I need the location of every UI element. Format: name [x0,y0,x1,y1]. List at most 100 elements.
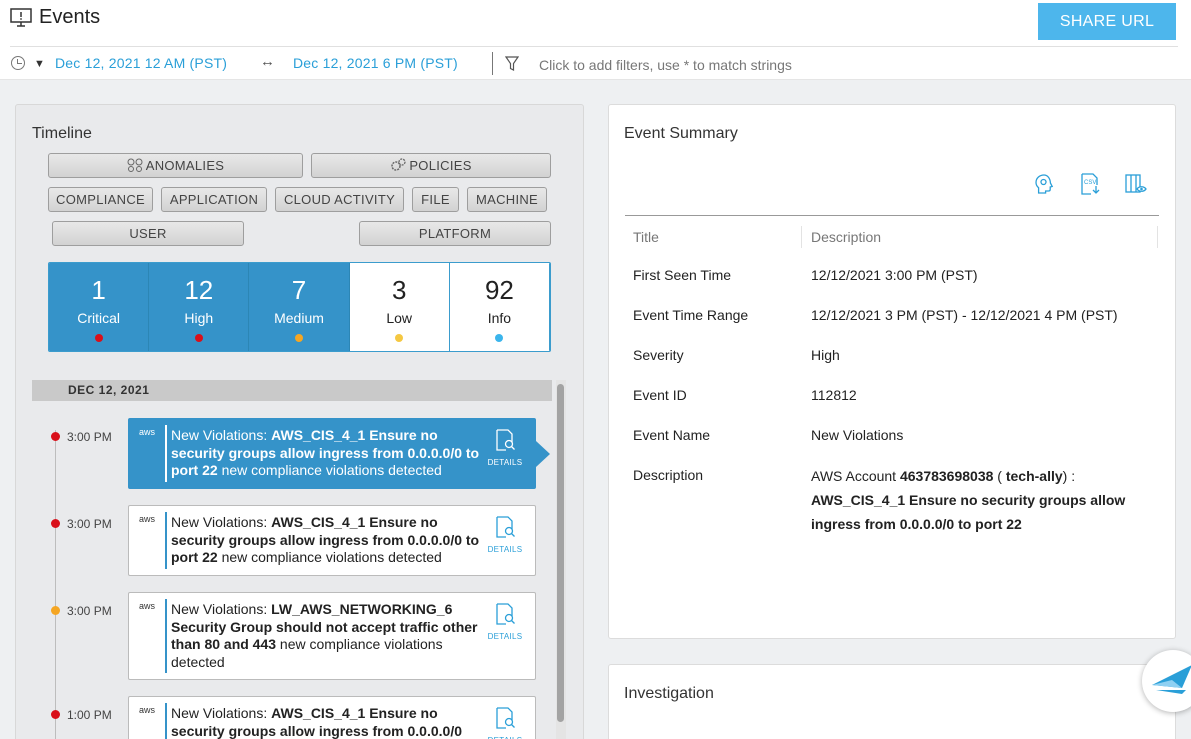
details-label: DETAILS [487,545,523,554]
event-card[interactable]: aws New Violations: LW_AWS_NETWORKING_6 … [128,592,536,680]
severity-label: Critical [77,310,120,326]
severity-info[interactable]: 92 Info [449,263,550,351]
details-button[interactable]: DETAILS [487,516,523,554]
severity-count: 3 [391,275,407,305]
row-value: New Violations [811,427,904,443]
filter-cloud-activity-button[interactable]: CLOUD ACTIVITY [275,187,404,212]
severity-label: High [184,310,214,326]
event-text: New Violations: AWS_CIS_4_1 Ensure no se… [171,705,487,739]
filter-platform-button[interactable]: PLATFORM [359,221,551,246]
filter-compliance-button[interactable]: COMPLIANCE [48,187,153,212]
severity-critical[interactable]: 1 Critical [49,263,150,351]
event-card[interactable]: aws New Violations: AWS_CIS_4_1 Ensure n… [128,418,536,489]
event-time: 1:00 PM [67,708,112,722]
page-title: Events [39,6,101,28]
details-button[interactable]: DETAILS [487,603,523,641]
event-card[interactable]: aws New Violations: AWS_CIS_4_1 Ensure n… [128,505,536,576]
date-range-start[interactable]: Dec 12, 2021 12 AM (PST) [55,55,227,71]
card-accent [165,703,167,739]
aws-logo-icon: aws [139,705,156,715]
column-title: Title [633,229,659,245]
filter-input[interactable]: Click to add filters, use * to match str… [539,57,792,73]
timeline-date-header: DEC 12, 2021 [32,380,552,401]
severity-label: Medium [274,310,324,326]
document-search-icon [496,707,515,729]
event-time: 3:00 PM [67,517,112,531]
severity-dot [395,334,404,342]
page-header: Events SHARE URL [0,0,1191,45]
event-prefix: New Violations: [171,705,272,721]
aws-logo-icon: aws [139,427,156,437]
severity-dot [495,334,504,342]
row-value: 112812 [811,387,857,403]
policy-name: AWS_CIS_4_1 Ensure no security groups al… [811,492,1126,532]
details-button[interactable]: DETAILS [487,707,523,739]
severity-low[interactable]: 3 Low [349,263,450,351]
summary-table-header [625,220,1159,256]
severity-count: 7 [291,275,307,305]
csv-download-icon[interactable]: CSV [1078,172,1102,196]
event-card[interactable]: aws New Violations: AWS_CIS_4_1 Ensure n… [128,696,536,739]
filter-file-button[interactable]: FILE [412,187,459,212]
severity-count: 12 [184,275,214,305]
details-button[interactable]: DETAILS [487,429,523,467]
desc-text: ( [993,468,1006,484]
columns-view-icon[interactable] [1124,172,1148,196]
filter-anomalies-button[interactable]: ANOMALIES [48,153,303,178]
share-url-button[interactable]: SHARE URL [1038,3,1176,40]
event-suffix: new compliance violations detected [217,549,442,565]
severity-dot [51,710,60,719]
severity-high[interactable]: 12 High [149,263,250,351]
account-alias: tech-ally [1005,468,1063,484]
event-suffix: new compliance violations detected [217,462,442,478]
event-prefix: New Violations: [171,601,272,617]
svg-text:CSV: CSV [1084,180,1096,186]
clock-icon[interactable] [11,56,25,70]
filter-label: POLICIES [409,158,472,173]
severity-medium[interactable]: 7 Medium [249,263,350,351]
column-description: Description [811,229,882,245]
timeline-title: Timeline [32,125,92,142]
summary-divider [625,215,1159,216]
filter-label: ANOMALIES [145,158,225,173]
severity-dot [51,606,60,615]
filter-policies-button[interactable]: POLICIES [311,153,551,178]
row-description-value: AWS Account 463783698038 ( tech-ally) : A… [811,464,1156,536]
severity-label: Low [386,310,413,326]
date-range-end[interactable]: Dec 12, 2021 6 PM (PST) [293,55,458,71]
filter-application-button[interactable]: APPLICATION [161,187,267,212]
severity-dot [194,334,203,342]
row-label: First Seen Time [633,267,732,283]
column-separator [1157,226,1158,248]
severity-count: 1 [91,275,106,305]
filter-machine-button[interactable]: MACHINE [467,187,547,212]
monitor-alert-icon [10,8,32,27]
account-id: 463783698038 [899,468,994,484]
row-label: Severity [633,347,684,363]
event-summary-title: Event Summary [624,125,738,142]
severity-count: 92 [484,275,514,305]
brain-gear-icon[interactable] [1032,172,1056,196]
row-label: Event ID [633,387,687,403]
row-label: Event Name [633,427,711,443]
card-accent [165,512,167,569]
funnel-icon[interactable] [505,56,519,72]
timeline-axis [55,430,56,739]
row-label: Description [633,467,704,483]
aws-logo-icon: aws [139,514,156,524]
anomalies-icon [127,158,143,172]
chevron-down-icon[interactable]: ▼ [34,58,45,70]
event-time: 3:00 PM [67,604,112,618]
event-text: New Violations: LW_AWS_NETWORKING_6 Secu… [171,601,487,671]
desc-text: ) : [1062,468,1076,484]
row-value: 12/12/2021 3:00 PM (PST) [811,267,978,283]
scrollbar-thumb[interactable] [557,384,564,722]
event-time: 3:00 PM [67,430,112,444]
document-search-icon [496,516,515,538]
filter-user-button[interactable]: USER [52,221,244,246]
severity-dot [94,334,103,342]
details-label: DETAILS [487,632,523,641]
row-value: High [811,347,840,363]
document-search-icon [496,603,515,625]
severity-dot [51,519,60,528]
